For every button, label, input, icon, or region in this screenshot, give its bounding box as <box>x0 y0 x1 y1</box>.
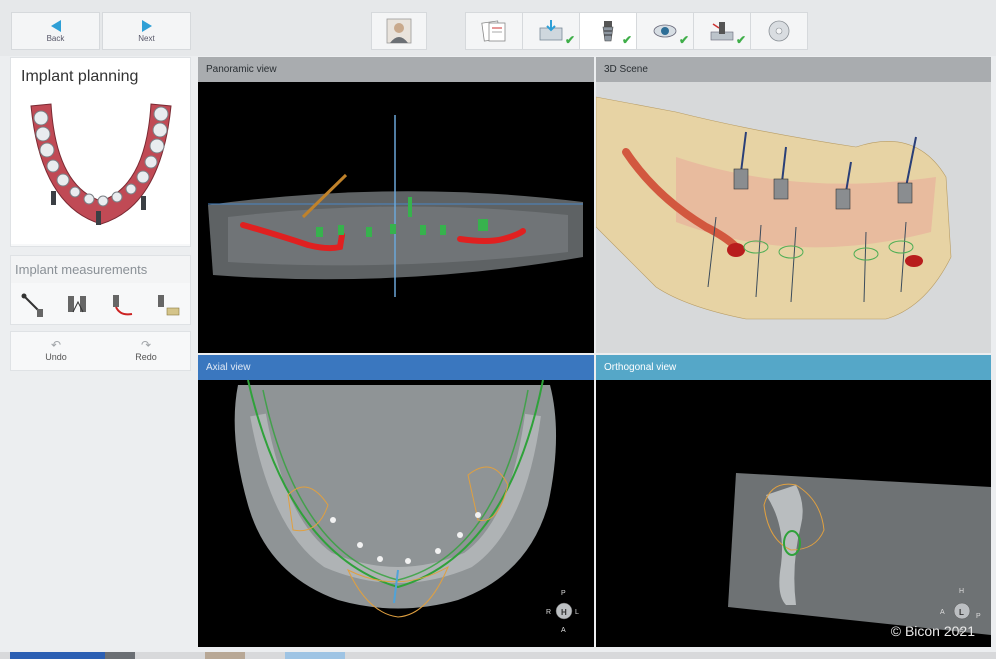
orthogonal-ct-image <box>728 473 991 635</box>
ortho-orient-bottom: F <box>959 629 964 636</box>
panoramic-view[interactable]: Panoramic view <box>198 57 594 353</box>
axial-orient-bottom: A <box>561 627 566 634</box>
back-arrow-icon <box>50 19 61 32</box>
panoramic-image <box>208 115 583 297</box>
axial-orient-right: L <box>575 609 579 616</box>
left-panel: Implant planning Implant measurements ↶ … <box>10 57 191 371</box>
step-import[interactable]: ✔ <box>522 12 580 50</box>
distance-measure-icon <box>21 293 43 317</box>
density-measure-tool[interactable] <box>146 275 190 335</box>
implant-planning-card: Implant planning <box>10 57 191 247</box>
taskbar-item-2[interactable] <box>105 652 135 659</box>
next-arrow-icon <box>141 19 152 32</box>
curve-measure-tool[interactable] <box>101 275 145 335</box>
distance-measure-tool[interactable] <box>11 275 55 335</box>
redo-label: Redo <box>135 352 157 362</box>
axial-orient-left: R <box>546 609 552 616</box>
step-import-check-icon: ✔ <box>564 33 575 47</box>
documents-icon <box>481 20 506 42</box>
step-export[interactable] <box>750 12 808 50</box>
step-surgical-guide[interactable]: ✔ <box>693 12 751 50</box>
app-root: Back Next ✔ ✔ ✔ ✔ Implant planning Impla… <box>0 0 996 659</box>
ortho-orient-right: P <box>976 613 981 620</box>
history-card: ↶ Undo ↷ Redo <box>10 331 191 371</box>
back-button[interactable]: Back <box>11 12 100 50</box>
angle-measure-icon <box>68 296 86 313</box>
step-surgical-guide-check-icon: ✔ <box>735 33 746 47</box>
step-implant[interactable]: ✔ <box>579 12 637 50</box>
axial-ct-image <box>234 379 557 618</box>
ortho-orient-center: L <box>959 608 964 617</box>
patient-button[interactable] <box>371 12 427 50</box>
axial-orient-center: H <box>561 608 567 617</box>
undo-icon: ↶ <box>50 338 62 352</box>
taskbar-item-1[interactable] <box>10 652 105 659</box>
redo-button[interactable]: ↷ Redo <box>121 338 171 362</box>
undo-label: Undo <box>45 352 67 362</box>
undo-button[interactable]: ↶ Undo <box>31 338 81 362</box>
view-icon <box>653 24 677 38</box>
3d-jaw-image <box>596 96 952 320</box>
orthogonal-view[interactable]: Orthogonal view © Bicon 2021 H A L P F <box>596 355 991 647</box>
panel-title: Implant planning <box>11 58 190 96</box>
next-label: Next <box>138 33 155 43</box>
taskbar-item-3[interactable] <box>205 652 245 659</box>
taskbar-item-4[interactable] <box>285 652 345 659</box>
3d-scene-view[interactable]: 3D Scene <box>596 57 991 353</box>
dental-arch-thumbnail-image <box>11 96 190 244</box>
ortho-orient-left: A <box>940 609 945 616</box>
import-icon <box>539 20 563 41</box>
implant-icon <box>602 21 614 42</box>
back-label: Back <box>46 33 65 43</box>
taskbar <box>0 652 996 659</box>
ortho-orient-top: H <box>959 588 965 595</box>
step-documents[interactable] <box>465 12 523 50</box>
curve-measure-icon <box>113 295 133 316</box>
implant-measurements-card: Implant measurements <box>10 255 191 325</box>
surgical-guide-icon <box>710 22 734 41</box>
next-button[interactable]: Next <box>102 12 191 50</box>
angle-measure-tool[interactable] <box>56 275 100 335</box>
redo-icon: ↷ <box>140 338 152 352</box>
step-view[interactable]: ✔ <box>636 12 694 50</box>
axial-orient-top: P <box>561 590 566 597</box>
step-implant-check-icon: ✔ <box>621 33 632 47</box>
step-view-check-icon: ✔ <box>678 33 689 47</box>
export-disc-icon <box>768 20 790 42</box>
patient-icon <box>386 18 412 44</box>
top-toolbar: Back Next ✔ ✔ ✔ ✔ <box>0 0 996 56</box>
density-measure-icon <box>158 295 180 316</box>
axial-view[interactable]: Axial view P R H L A <box>198 355 594 647</box>
